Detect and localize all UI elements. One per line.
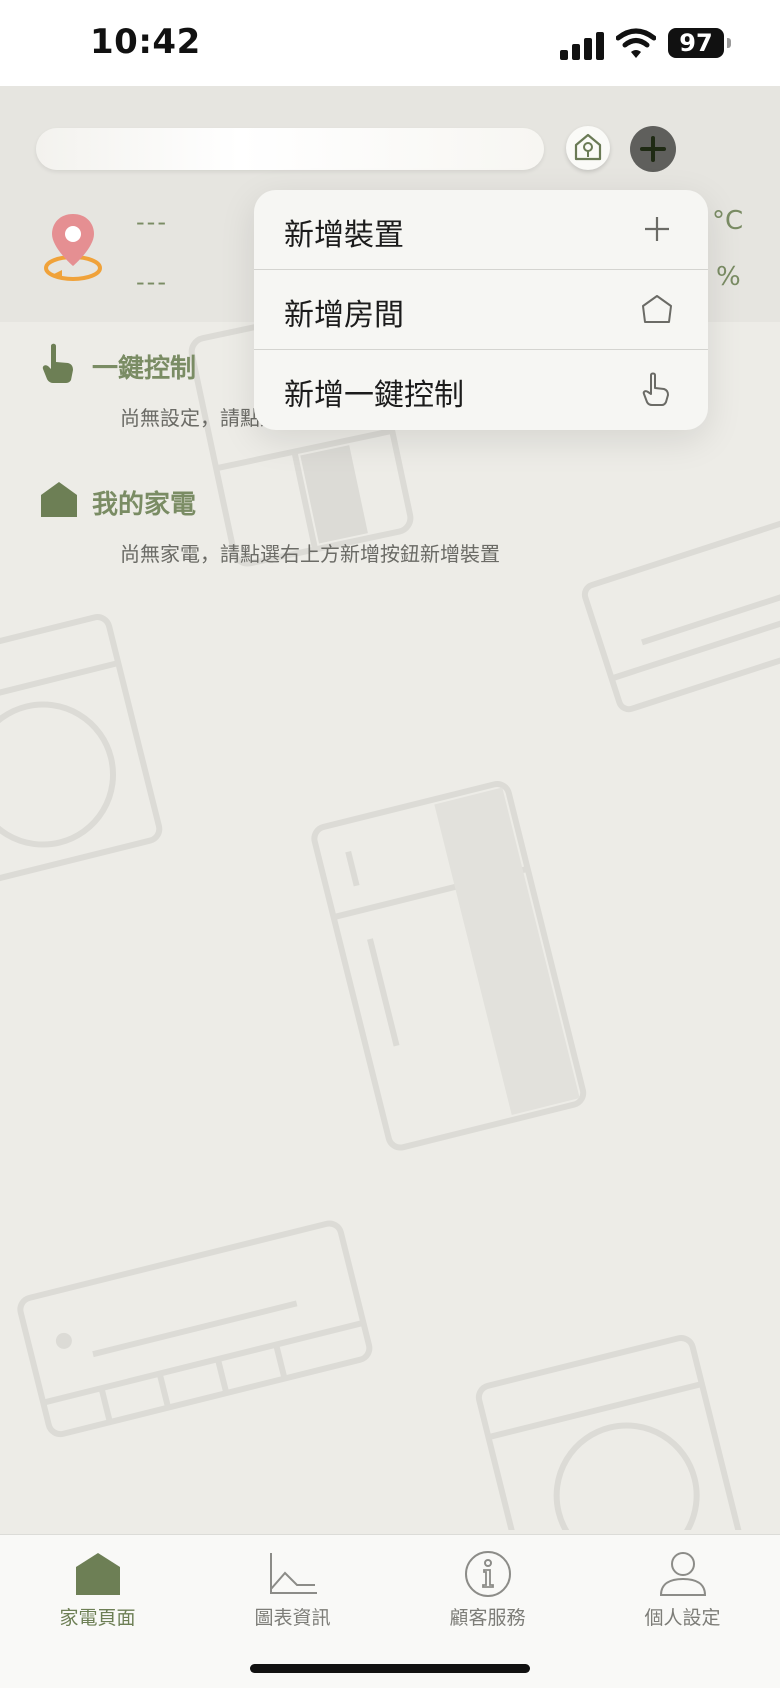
menu-item-add-one-key-control[interactable]: 新增一鍵控制 (254, 350, 708, 430)
person-icon (659, 1552, 707, 1596)
tab-label: 圖表資訊 (254, 1607, 331, 1629)
plus-icon (645, 217, 669, 241)
tab-label: 家電頁面 (59, 1607, 136, 1629)
tab-label: 個人設定 (644, 1607, 721, 1629)
house-key-icon (574, 133, 602, 161)
status-time: 10:42 (90, 22, 201, 62)
wifi-icon (616, 28, 656, 58)
battery-indicator: 97 (668, 28, 724, 58)
menu-item-label: 新增一鍵控制 (284, 378, 464, 413)
chart-icon (270, 1553, 317, 1594)
cellular-signal-icon (560, 32, 604, 60)
home-icon (41, 482, 77, 517)
menu-item-label: 新增房間 (284, 298, 404, 333)
info-icon (465, 1551, 511, 1597)
my-appliances-title: 我的家電 (92, 490, 197, 520)
location-pin-icon (44, 214, 102, 281)
location-line-1: --- (136, 208, 168, 236)
tab-charts[interactable]: 圖表資訊 (195, 1535, 390, 1645)
battery-tip (727, 38, 731, 48)
my-appliances-empty-text: 尚無家電，請點選右上方新增按鈕新增裝置 (120, 542, 500, 566)
tab-label: 顧客服務 (449, 1607, 526, 1629)
hand-pointer-icon (642, 372, 669, 406)
status-bar: 10:42 97 (0, 0, 780, 86)
tab-customer-service[interactable]: 顧客服務 (390, 1535, 585, 1645)
house-outline-icon (642, 295, 672, 323)
humidity-unit: % (716, 262, 741, 292)
home-icon (76, 1553, 120, 1595)
battery-level: 97 (679, 29, 713, 57)
search-input[interactable] (36, 128, 544, 170)
menu-item-label: 新增裝置 (284, 218, 404, 253)
menu-item-add-device[interactable]: 新增裝置 (254, 190, 708, 270)
location-line-2: --- (136, 268, 168, 296)
plus-icon (640, 136, 666, 162)
hand-pointer-icon (42, 343, 73, 383)
home-key-button[interactable] (566, 126, 610, 170)
add-menu-button[interactable] (630, 126, 676, 172)
temperature-unit: °C (712, 206, 744, 236)
tab-personal-settings[interactable]: 個人設定 (585, 1535, 780, 1645)
home-indicator (250, 1664, 530, 1673)
tab-home[interactable]: 家電頁面 (0, 1535, 195, 1645)
one-key-control-title: 一鍵控制 (92, 354, 197, 384)
menu-item-add-room[interactable]: 新增房間 (254, 270, 708, 350)
add-dropdown-menu: 新增裝置 新增房間 新增一鍵控制 (254, 190, 708, 430)
